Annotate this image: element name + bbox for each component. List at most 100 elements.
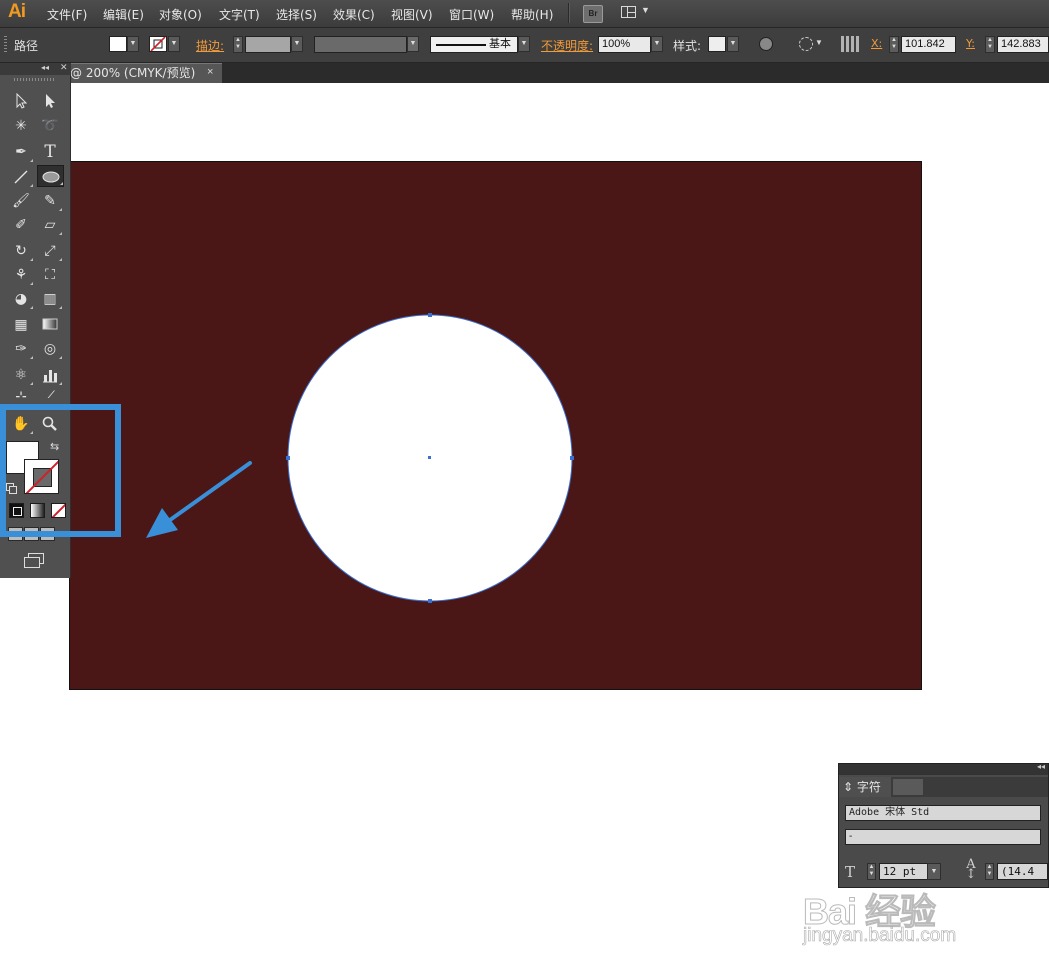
menu-select[interactable]: 选择(S) [276,6,317,23]
selection-tool-icon[interactable] [9,90,33,112]
menu-file[interactable]: 文件(F) [47,6,87,23]
tab-character[interactable]: ⇕ 字符 [839,777,891,797]
selected-circle[interactable] [284,312,576,604]
tab-character-label: 字符 [856,780,881,794]
magic-wand-tool-icon[interactable]: ✳ [9,115,33,137]
pencil-tool-icon[interactable]: ✎ [38,190,62,212]
eyedropper-tool-icon[interactable]: ✑ [9,338,33,360]
stroke-dropdown-caret[interactable]: ▼ [168,36,180,52]
brush-definition-field[interactable]: 基本 [430,36,518,53]
y-stepper[interactable]: ▲ ▼ [985,36,995,53]
align-to-icon[interactable] [799,37,813,51]
stroke-weight-dropdown[interactable]: ▼ [291,36,303,52]
font-size-stepper[interactable]: ▲ ▼ [867,863,876,880]
reference-point-icon[interactable] [841,36,859,52]
stroke-label[interactable]: 描边: [196,37,224,54]
opacity-dropdown[interactable]: ▼ [651,36,663,52]
tools-panel-grip[interactable] [14,78,54,81]
fill-dropdown-caret[interactable]: ▼ [127,36,139,52]
brush-stroke-preview [436,44,486,46]
stroke-weight-field[interactable] [245,36,291,53]
artboard-tool-icon[interactable]: ⊹ [9,386,33,398]
font-family-field[interactable]: Adobe 宋体 Std [845,805,1041,821]
control-bar-grip[interactable] [4,36,7,54]
screen-mode-icon[interactable] [24,553,44,568]
menu-type[interactable]: 文字(T) [219,6,260,23]
gradient-tool-icon[interactable] [38,314,62,336]
shape-builder-tool-icon[interactable]: ◕ [9,288,33,310]
character-panel-header[interactable]: ◂◂ [839,762,1048,775]
workspace-switcher-button[interactable]: ▼ [621,5,651,21]
slice-tool-icon[interactable]: ⟋ [38,386,62,398]
arrow-icon [16,93,28,109]
line-icon [14,170,28,184]
brush-dropdown-caret[interactable]: ▼ [518,36,530,52]
document-tab-bar: @ 200% (CMYK/预览) × [0,63,1049,83]
gradient-icon [42,318,58,330]
document-tab[interactable]: @ 200% (CMYK/预览) [64,63,222,83]
graphic-style-swatch[interactable] [708,36,726,52]
line-segment-tool-icon[interactable] [9,166,33,188]
tab-paragraph[interactable] [893,779,923,795]
anchor-point-bottom[interactable] [428,599,432,603]
x-stepper[interactable]: ▲ ▼ [889,36,899,53]
document-tab-title: @ 200% (CMYK/预览) [70,66,196,80]
y-position-field[interactable]: 142.883 [997,36,1049,53]
stroke-weight-stepper[interactable]: ▲ ▼ [233,36,243,53]
variable-width-dropdown[interactable]: ▼ [407,36,419,52]
menu-object[interactable]: 对象(O) [159,6,202,23]
width-tool-icon[interactable]: ⚘ [9,264,33,286]
menu-effect[interactable]: 效果(C) [333,6,375,23]
bridge-button[interactable]: Br [583,5,603,23]
opacity-field[interactable]: 100% [598,36,651,53]
control-bar: 路径 ▼ ▼ 描边: ▲ ▼ ▼ ▼ 基本 ▼ 不透明度: 100% ▼ 样式: … [0,28,1049,63]
y-label[interactable]: Y: [966,37,975,50]
stroke-color-swatch[interactable] [149,36,167,52]
font-size-icon: T [845,863,856,881]
menu-edit[interactable]: 编辑(E) [103,6,144,23]
font-size-dropdown[interactable]: ▼ [927,863,941,880]
font-style-field[interactable]: - [845,829,1041,845]
blend-tool-icon[interactable]: ◎ [38,338,62,360]
lasso-tool-icon[interactable]: ➰ [38,115,62,137]
menu-view[interactable]: 视图(V) [391,6,433,23]
close-icon[interactable]: ✕ [60,62,68,73]
close-icon[interactable]: × [207,66,213,78]
pen-tool-icon[interactable]: ✒ [9,141,33,163]
paintbrush-tool-icon[interactable]: 🖌 [9,190,33,212]
opacity-label[interactable]: 不透明度: [541,37,593,54]
ellipse-tool-icon[interactable] [37,165,64,187]
eraser-tool-icon[interactable]: ▱ [38,214,62,236]
free-transform-tool-icon[interactable]: ⛶ [38,264,62,286]
direct-selection-tool-icon[interactable] [38,90,62,112]
perspective-grid-tool-icon[interactable]: ▥ [38,288,62,310]
leading-stepper[interactable]: ▲ ▼ [985,863,994,880]
ellipse-icon [42,171,60,183]
x-position-field[interactable]: 101.842 [901,36,956,53]
menu-help[interactable]: 帮助(H) [511,6,553,23]
anchor-point-top[interactable] [428,313,432,317]
variable-width-profile[interactable] [314,36,407,53]
scale-tool-icon[interactable]: ⤢ [38,240,62,262]
leading-glyph: A [966,857,976,872]
menu-separator [568,3,570,23]
x-label[interactable]: X: [871,37,882,50]
leading-field[interactable]: (14.4 [997,863,1048,880]
tools-panel-header[interactable]: ◂◂ ✕ [0,62,71,75]
center-point [428,456,431,459]
recolor-artwork-icon[interactable] [759,37,773,51]
graphic-style-dropdown[interactable]: ▼ [727,36,739,52]
menu-window[interactable]: 窗口(W) [449,6,494,23]
collapse-icon[interactable]: ◂◂ [1037,762,1045,771]
anchor-point-left[interactable] [286,456,290,460]
anchor-point-right[interactable] [570,456,574,460]
collapse-icon[interactable]: ◂◂ [41,63,49,72]
type-tool-icon[interactable]: T [38,141,62,163]
column-graph-tool-icon[interactable] [38,364,62,386]
blob-brush-tool-icon[interactable]: ✐ [9,214,33,236]
app-logo: Ai [8,1,26,22]
mesh-tool-icon[interactable]: ▦ [9,314,33,336]
rotate-tool-icon[interactable]: ↻ [9,240,33,262]
fill-color-swatch[interactable] [109,36,127,52]
symbol-sprayer-tool-icon[interactable]: ⚛ [9,364,33,386]
